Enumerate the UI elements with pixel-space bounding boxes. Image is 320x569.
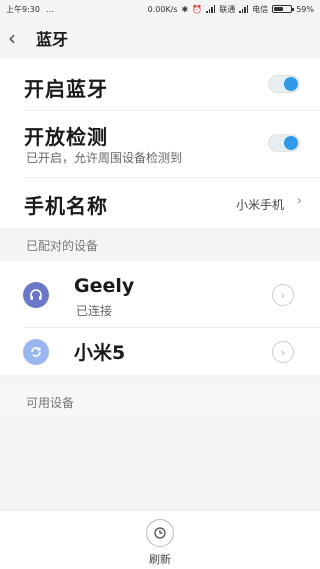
alarm-icon: ⏰ <box>192 4 203 14</box>
settings-card: 开启蓝牙 开放检测 已开启，允许周围设备检测到 手机名称 小米手机 › <box>0 58 320 228</box>
paired-section-label: 已配对的设备 <box>26 239 99 253</box>
chevron-right-icon: › <box>296 193 302 209</box>
device-details-button[interactable]: › <box>272 284 294 306</box>
back-icon[interactable]: ‹ <box>8 28 30 48</box>
refresh-icon <box>154 527 166 539</box>
refresh-button[interactable] <box>146 519 174 547</box>
bluetooth-toggle[interactable] <box>268 75 300 93</box>
device-name-row[interactable]: 手机名称 小米手机 › <box>0 178 320 228</box>
battery-percent: 59% <box>296 4 314 14</box>
bluetooth-status-icon: ✱ <box>181 4 189 14</box>
signal-icon <box>239 5 249 13</box>
available-section-label: 可用设备 <box>26 396 75 410</box>
device-name-label: 手机名称 <box>24 194 108 218</box>
bluetooth-toggle-row[interactable]: 开启蓝牙 <box>0 58 320 110</box>
app-header: ‹ 蓝牙 <box>0 18 320 58</box>
status-bar: 上午9:30 … 0.00K/s ✱ ⏰ 联通 电信 59% <box>0 0 320 18</box>
device-name: 小米5 <box>74 342 126 364</box>
page-title: 蓝牙 <box>36 30 69 49</box>
phone-sync-icon <box>23 339 49 365</box>
headset-icon <box>23 282 49 308</box>
paired-device-row[interactable]: Geely 已连接 › <box>0 261 320 327</box>
discoverable-toggle-row[interactable]: 开放检测 已开启，允许周围设备检测到 <box>0 111 320 177</box>
device-details-button[interactable]: › <box>272 341 294 363</box>
device-name-value: 小米手机 <box>235 198 284 212</box>
available-section-header: 可用设备 <box>0 384 320 416</box>
bottom-action-bar: 刷新 <box>0 510 320 569</box>
device-status: 已连接 <box>76 304 113 318</box>
refresh-label: 刷新 <box>149 553 171 566</box>
discoverable-label: 开放检测 <box>24 125 108 149</box>
battery-icon <box>272 5 295 13</box>
network-speed: 0.00K/s <box>147 4 178 14</box>
device-name: Geely <box>74 275 135 297</box>
status-time: 上午9:30 <box>6 4 40 14</box>
notification-icon: … <box>45 4 54 14</box>
paired-devices-list: Geely 已连接 › 小米5 › <box>0 261 320 375</box>
paired-device-row[interactable]: 小米5 › <box>0 328 320 375</box>
discoverable-toggle[interactable] <box>268 134 300 152</box>
signal-icon <box>206 5 216 13</box>
carrier-1: 联通 <box>219 4 236 14</box>
bluetooth-label: 开启蓝牙 <box>24 77 108 101</box>
carrier-2: 电信 <box>252 4 269 14</box>
discoverable-subtitle: 已开启，允许周围设备检测到 <box>26 151 183 165</box>
